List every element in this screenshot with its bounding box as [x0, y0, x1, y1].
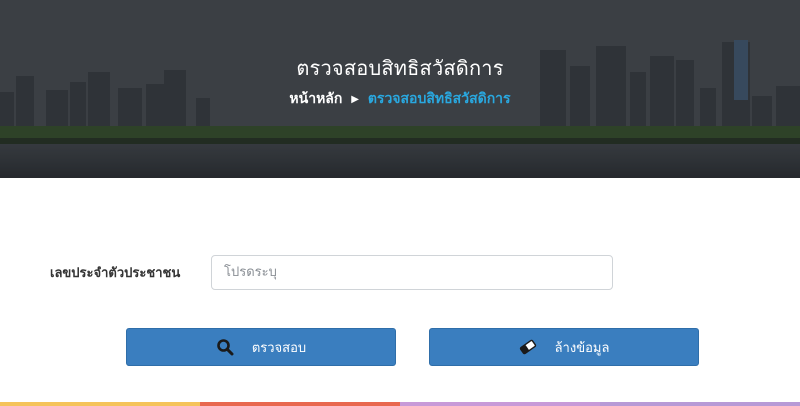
bottom-bar-segment — [600, 402, 800, 406]
bottom-color-bar — [0, 402, 800, 406]
breadcrumb: หน้าหลัก ▶ ตรวจสอบสิทธิสวัสดิการ — [0, 88, 800, 110]
breadcrumb-home-link[interactable]: หน้าหลัก — [289, 91, 342, 107]
clear-button-label: ล้างข้อมูล — [554, 340, 610, 356]
check-button-label: ตรวจสอบ — [251, 340, 307, 356]
clear-button[interactable]: ล้างข้อมูล — [429, 328, 699, 366]
bottom-bar-segment — [0, 402, 200, 406]
bottom-bar-segment — [400, 402, 600, 406]
check-button[interactable]: ตรวจสอบ — [126, 328, 396, 366]
citizen-id-input[interactable] — [211, 255, 613, 290]
id-form-row: เลขประจำตัวประชาชน — [0, 255, 800, 293]
page-title: ตรวจสอบสิทธิสวัสดิการ — [296, 56, 504, 80]
bottom-bar-segment — [200, 402, 400, 406]
search-icon — [216, 338, 234, 356]
hero-banner: ตรวจสอบสิทธิสวัสดิการ หน้าหลัก ▶ ตรวจสอบ… — [0, 0, 800, 178]
id-field-label: เลขประจำตัวประชาชน — [50, 266, 181, 281]
breadcrumb-separator-icon: ▶ — [351, 94, 359, 105]
breadcrumb-current: ตรวจสอบสิทธิสวัสดิการ — [367, 91, 511, 107]
eraser-icon — [519, 338, 537, 356]
